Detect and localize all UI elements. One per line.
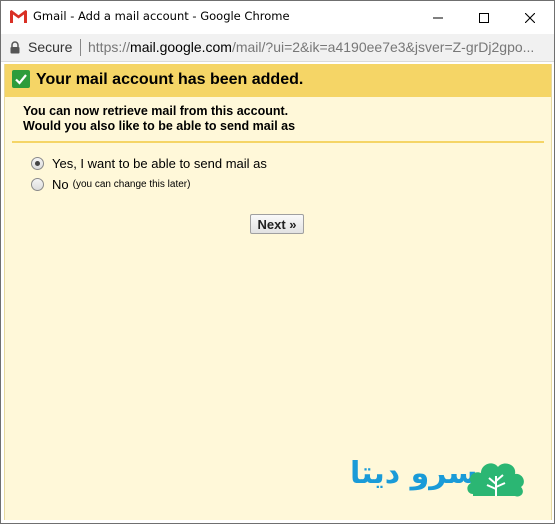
radio-no[interactable] bbox=[31, 178, 44, 191]
add-account-panel: Your mail account has been added. You ca… bbox=[4, 64, 552, 520]
maximize-icon bbox=[479, 12, 489, 23]
option-yes[interactable]: Yes, I want to be able to send mail as bbox=[31, 156, 267, 171]
option-no[interactable]: No (you can change this later) bbox=[31, 177, 190, 192]
intro-line-1: You can now retrieve mail from this acco… bbox=[23, 104, 289, 118]
option-no-label: No bbox=[52, 177, 69, 192]
minimize-icon bbox=[433, 17, 443, 18]
close-button[interactable] bbox=[507, 1, 553, 34]
close-icon bbox=[525, 12, 535, 23]
watermark-text: سرو دیتا bbox=[350, 456, 478, 491]
intro-line-2: Would you also like to be able to send m… bbox=[23, 119, 296, 133]
intro-text: You can now retrieve mail from this acco… bbox=[23, 104, 295, 134]
secure-label: Secure bbox=[28, 39, 73, 55]
url-prefix: https:// bbox=[88, 39, 131, 55]
checkmark-icon bbox=[12, 70, 30, 88]
window-title: Gmail - Add a mail account - Google Chro… bbox=[33, 9, 290, 23]
option-yes-label: Yes, I want to be able to send mail as bbox=[52, 156, 267, 171]
option-no-note: (you can change this later) bbox=[72, 179, 191, 190]
watermark-logo: سرو دیتا bbox=[350, 456, 530, 500]
next-button[interactable]: Next » bbox=[250, 214, 304, 234]
radio-yes[interactable] bbox=[31, 157, 44, 170]
url-path: /mail/?ui=2&ik=a4190ee7e3&jsver=Z-grDj2g… bbox=[231, 39, 535, 55]
tree-logo-icon bbox=[467, 463, 524, 497]
address-bar[interactable]: Secure https://mail.google.com/mail/?ui=… bbox=[1, 34, 554, 62]
divider bbox=[12, 141, 544, 143]
maximize-button[interactable] bbox=[461, 1, 507, 34]
header-title: Your mail account has been added. bbox=[36, 71, 304, 88]
minimize-button[interactable] bbox=[415, 1, 461, 34]
address-separator bbox=[80, 39, 81, 56]
url-host: mail.google.com bbox=[130, 39, 232, 55]
title-bar[interactable]: Gmail - Add a mail account - Google Chro… bbox=[1, 1, 554, 34]
browser-window: Gmail - Add a mail account - Google Chro… bbox=[0, 0, 555, 524]
lock-icon bbox=[10, 41, 20, 54]
page-content: Your mail account has been added. You ca… bbox=[1, 62, 554, 523]
url-field[interactable]: https://mail.google.com/mail/?ui=2&ik=a4… bbox=[88, 39, 550, 55]
gmail-icon bbox=[10, 10, 27, 23]
header-bar: Your mail account has been added. bbox=[5, 64, 551, 97]
